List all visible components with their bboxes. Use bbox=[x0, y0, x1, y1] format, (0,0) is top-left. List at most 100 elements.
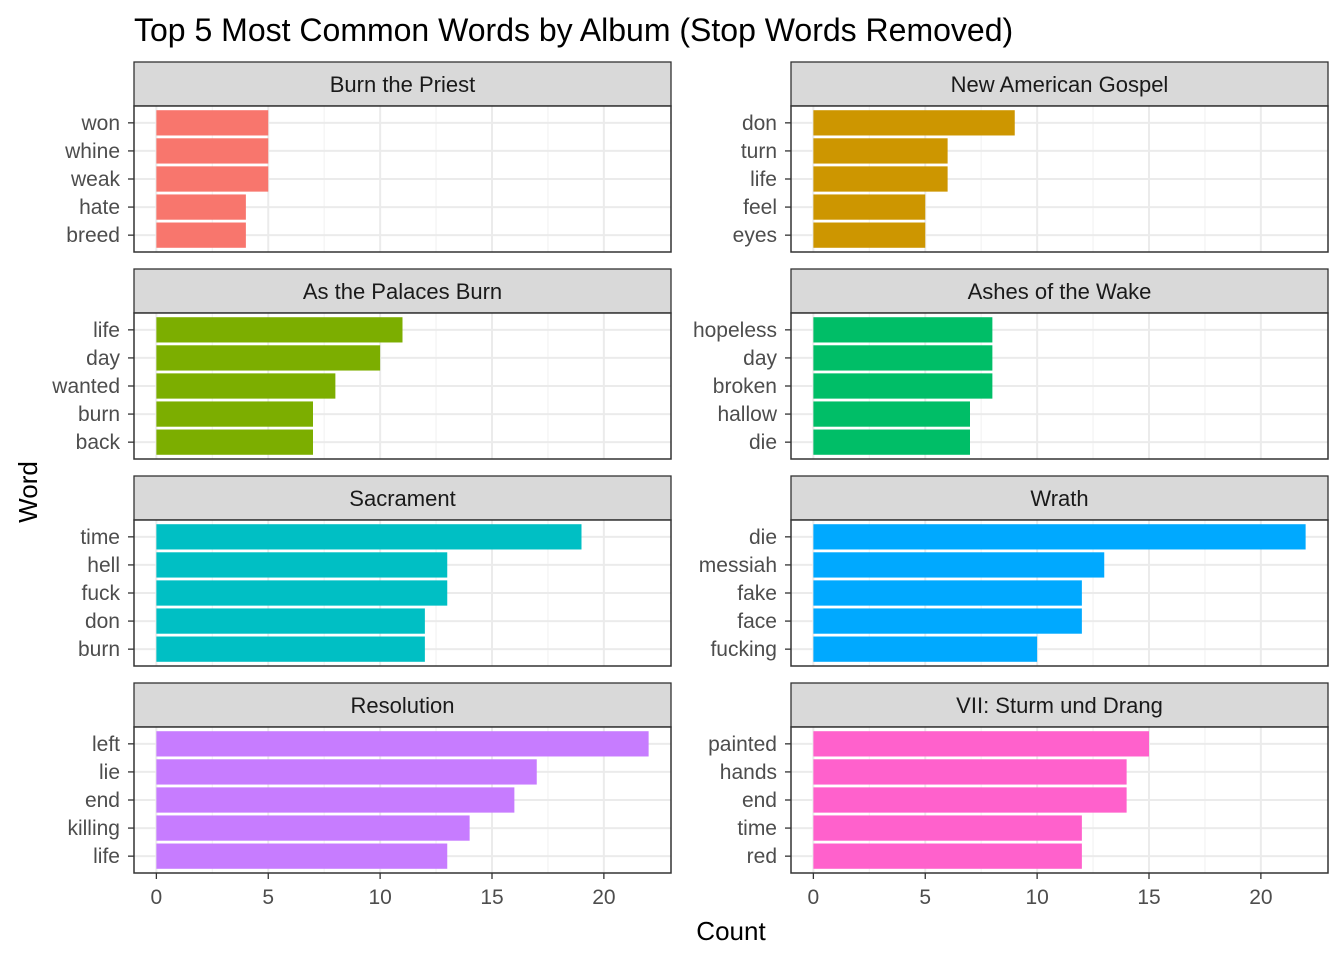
x-tick-label: 10 bbox=[1025, 886, 1048, 909]
bar bbox=[813, 759, 1127, 785]
facet-strip-label: As the Palaces Burn bbox=[303, 279, 502, 304]
facet-panel: Burn the Priest won whine weak hate breed bbox=[64, 61, 672, 253]
y-tick-label: won bbox=[80, 112, 120, 135]
bar bbox=[813, 580, 1082, 606]
y-tick-label: hands bbox=[720, 761, 777, 784]
facet-panel: VII: Sturm und Drang painted hands end time r… bbox=[708, 682, 1329, 909]
bar bbox=[813, 815, 1082, 841]
bar bbox=[813, 317, 993, 343]
y-tick-label: fuck bbox=[81, 582, 120, 605]
y-tick-label: hate bbox=[79, 196, 120, 219]
y-tick-label: time bbox=[80, 526, 120, 549]
y-tick-label: don bbox=[85, 610, 120, 633]
y-tick-label: time bbox=[737, 817, 777, 840]
x-tick-label: 5 bbox=[919, 886, 931, 909]
bar bbox=[156, 317, 403, 343]
bar bbox=[156, 787, 515, 813]
x-tick-label: 10 bbox=[368, 886, 391, 909]
bar bbox=[813, 373, 993, 399]
bar bbox=[813, 110, 1015, 136]
y-tick-label: burn bbox=[78, 403, 120, 426]
bar bbox=[156, 373, 336, 399]
bar bbox=[156, 815, 470, 841]
bar bbox=[813, 194, 926, 220]
facet-strip-label: Sacrament bbox=[349, 486, 455, 511]
y-tick-label: messiah bbox=[699, 554, 777, 577]
bar bbox=[156, 222, 246, 248]
chart-title: Top 5 Most Common Words by Album (Stop W… bbox=[134, 12, 1013, 48]
x-tick-label: 0 bbox=[808, 886, 820, 909]
x-tick-label: 15 bbox=[480, 886, 503, 909]
bar bbox=[813, 552, 1105, 578]
bar bbox=[156, 731, 649, 757]
bar bbox=[156, 166, 269, 192]
y-tick-label: breed bbox=[66, 224, 120, 247]
bar bbox=[813, 524, 1306, 550]
bar bbox=[156, 636, 425, 662]
facet-panel: Wrath die messiah fake face fucking bbox=[699, 475, 1329, 667]
bar bbox=[813, 636, 1038, 662]
bar bbox=[813, 429, 970, 455]
facet-strip-label: New American Gospel bbox=[951, 72, 1169, 97]
y-tick-label: feel bbox=[743, 196, 777, 219]
facet-panel: Resolution left lie end killing life 0 5 10 15 20 bbox=[67, 682, 672, 909]
y-tick-label: left bbox=[92, 733, 120, 756]
y-tick-label: painted bbox=[708, 733, 777, 756]
faceted-bar-chart: Top 5 Most Common Words by Album (Stop W… bbox=[13, 12, 1329, 946]
facet-strip-label: Resolution bbox=[351, 693, 455, 718]
y-tick-label: broken bbox=[713, 375, 777, 398]
facet-panel: New American Gospel don turn life feel eyes bbox=[733, 61, 1329, 253]
facet-strip-label: Ashes of the Wake bbox=[968, 279, 1152, 304]
y-tick-label: life bbox=[750, 168, 777, 191]
bar bbox=[813, 166, 948, 192]
y-tick-label: face bbox=[737, 610, 777, 633]
bar bbox=[156, 138, 269, 164]
bar bbox=[156, 110, 269, 136]
bar bbox=[813, 608, 1082, 634]
x-tick-label: 20 bbox=[1249, 886, 1272, 909]
bar bbox=[156, 759, 537, 785]
y-tick-label: die bbox=[749, 431, 777, 454]
y-axis-title: Word bbox=[13, 461, 43, 523]
y-tick-label: weak bbox=[70, 168, 121, 191]
x-axis-title: Count bbox=[696, 916, 766, 946]
y-tick-label: turn bbox=[741, 140, 777, 163]
y-tick-label: whine bbox=[64, 140, 120, 163]
bar bbox=[156, 608, 425, 634]
bar bbox=[156, 524, 582, 550]
facet-strip-label: VII: Sturm und Drang bbox=[956, 693, 1163, 718]
bar bbox=[813, 138, 948, 164]
y-tick-label: lie bbox=[99, 761, 120, 784]
y-tick-label: hopeless bbox=[693, 319, 777, 342]
y-tick-label: eyes bbox=[733, 224, 777, 247]
bar bbox=[813, 222, 926, 248]
bar bbox=[813, 787, 1127, 813]
y-tick-label: life bbox=[93, 319, 120, 342]
facet-strip-label: Burn the Priest bbox=[330, 72, 476, 97]
facet-panel: As the Palaces Burn life day wanted burn back bbox=[51, 268, 672, 460]
x-tick-label: 20 bbox=[592, 886, 615, 909]
facet-panels: Burn the Priest won whine weak hate breed New … bbox=[51, 61, 1329, 909]
bar bbox=[156, 194, 246, 220]
y-tick-label: killing bbox=[67, 817, 120, 840]
y-tick-label: hallow bbox=[717, 403, 777, 426]
facet-strip-label: Wrath bbox=[1030, 486, 1088, 511]
bar bbox=[156, 552, 448, 578]
bar bbox=[156, 580, 448, 606]
y-tick-label: day bbox=[743, 347, 777, 370]
y-tick-label: life bbox=[93, 845, 120, 868]
bar bbox=[156, 843, 448, 869]
bar bbox=[156, 345, 381, 371]
bar bbox=[813, 345, 993, 371]
y-tick-label: fucking bbox=[710, 638, 777, 661]
y-tick-label: hell bbox=[87, 554, 120, 577]
bar bbox=[813, 843, 1082, 869]
y-tick-label: day bbox=[86, 347, 120, 370]
y-tick-label: end bbox=[85, 789, 120, 812]
facet-panel: Sacrament time hell fuck don burn bbox=[78, 475, 672, 667]
y-tick-label: fake bbox=[737, 582, 777, 605]
x-tick-label: 0 bbox=[151, 886, 163, 909]
y-tick-label: burn bbox=[78, 638, 120, 661]
x-tick-label: 15 bbox=[1137, 886, 1160, 909]
y-tick-label: back bbox=[76, 431, 121, 454]
